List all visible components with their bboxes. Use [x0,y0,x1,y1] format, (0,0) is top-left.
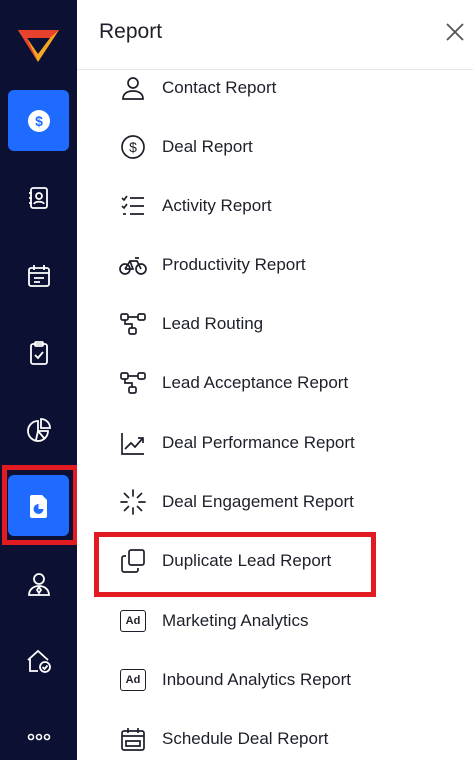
report-item-lead-acceptance[interactable]: Lead Acceptance Report [77,361,473,405]
report-item-deal[interactable]: $ Deal Report [77,125,473,169]
svg-text:$: $ [129,139,137,155]
home-check-icon [26,649,51,673]
report-item-label: Lead Routing [162,314,264,333]
nav-home-button[interactable] [8,630,69,691]
schedule-calendar-icon [121,728,145,751]
nav-deals-button[interactable]: $ [8,90,69,151]
report-item-inbound-analytics[interactable]: Ad Inbound Analytics Report [77,658,473,702]
brand-logo-icon[interactable] [16,24,61,64]
nav-more-button[interactable] [8,706,69,760]
report-item-label: Productivity Report [162,255,306,274]
nav-analytics-button[interactable] [8,399,69,460]
report-item-productivity[interactable]: Productivity Report [77,243,473,287]
reports-highlight-box [2,465,78,545]
panel-header: Report [77,0,473,70]
more-icon [27,733,50,740]
duplicate-lead-highlight-box [94,532,376,597]
user-icon [122,77,144,100]
report-item-contact[interactable]: Contact Report [77,66,473,110]
report-item-deal-performance[interactable]: Deal Performance Report [77,421,473,465]
nav-contacts-button[interactable] [8,167,69,228]
trend-chart-icon [121,433,144,455]
report-item-label: Activity Report [162,196,272,215]
report-panel: Report Contact Report $ Deal Report Acti… [77,0,473,760]
nav-tasks-button[interactable] [8,322,69,383]
report-item-label: Deal Engagement Report [162,492,354,511]
report-item-label: Marketing Analytics [162,611,309,630]
report-item-label: Deal Performance Report [162,433,355,452]
contact-card-icon [28,186,48,209]
dollar-circle-icon: $ [121,135,145,159]
close-icon[interactable] [443,20,467,44]
report-item-label: Schedule Deal Report [162,729,329,748]
user-tie-icon [27,572,50,596]
bicycle-icon [119,257,147,275]
clipboard-check-icon [29,340,48,365]
panel-title: Report [99,20,163,43]
calendar-icon [27,264,50,287]
left-nav-rail: $ [0,0,78,760]
pie-chart-icon [26,417,51,442]
svg-text:$: $ [35,113,43,129]
report-item-lead-routing[interactable]: Lead Routing [77,302,473,346]
ad-icon: Ad [120,669,146,691]
report-item-label: Contact Report [162,78,277,97]
report-item-label: Deal Report [162,137,253,156]
report-item-deal-engagement[interactable]: Deal Engagement Report [77,480,473,524]
ad-icon: Ad [120,610,146,632]
report-item-marketing-analytics[interactable]: Ad Marketing Analytics [77,599,473,643]
routing-icon [120,313,146,335]
loader-icon [120,489,146,515]
routing-icon [120,372,146,394]
report-item-label: Inbound Analytics Report [162,670,352,689]
nav-users-button[interactable] [8,553,69,614]
dollar-icon: $ [27,109,50,132]
checklist-icon [121,195,144,215]
report-item-activity[interactable]: Activity Report [77,184,473,228]
report-item-label: Lead Acceptance Report [162,373,349,392]
nav-calendar-button[interactable] [8,245,69,306]
report-item-schedule-deal[interactable]: Schedule Deal Report [77,717,473,760]
